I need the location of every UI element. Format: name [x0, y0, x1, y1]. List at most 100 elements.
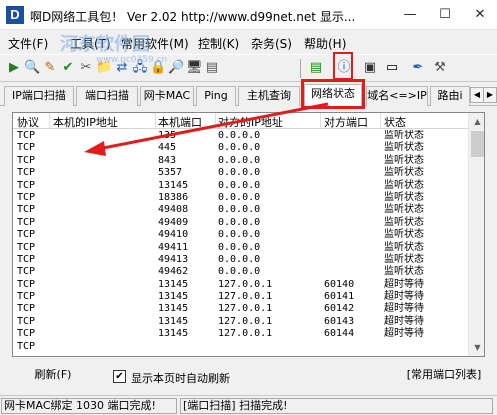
column-local-ip[interactable]: 本机的IP地址: [53, 114, 118, 130]
cell-local-port: 49462: [158, 266, 189, 278]
menu-common-software[interactable]: 常用软件(M): [121, 35, 189, 52]
network-icon[interactable]: 🖧: [132, 60, 148, 76]
start-icon[interactable]: ▶: [6, 60, 22, 76]
search-icon[interactable]: 🔍: [24, 60, 40, 76]
monitor-icon[interactable]: ▣: [362, 60, 378, 76]
cell-local-port: 13145: [158, 315, 189, 327]
column-local-port[interactable]: 本机端口: [158, 114, 202, 130]
scroll-thumb[interactable]: [471, 131, 484, 157]
cell-state: 监听状态: [384, 204, 424, 216]
cell-state: 监听状态: [384, 216, 424, 228]
table-row[interactable]: TCP: [13, 341, 468, 353]
check-icon[interactable]: ✔: [60, 60, 76, 76]
tab-route[interactable]: 路由i: [430, 86, 470, 106]
magnifier-icon[interactable]: 🔎: [168, 60, 184, 76]
cell-remote-ip: 0.0.0.0: [218, 130, 261, 141]
column-divider[interactable]: [380, 113, 381, 129]
wrench-icon[interactable]: ✂: [78, 60, 94, 76]
cell-state: 超时等待: [384, 315, 424, 327]
menu-control[interactable]: 控制(K): [198, 35, 239, 52]
share-icon[interactable]: ⇄: [114, 60, 130, 76]
cell-remote-ip: 0.0.0.0: [218, 142, 261, 154]
cell-remote-ip: 0.0.0.0: [218, 241, 261, 253]
pen-icon[interactable]: ✒: [410, 60, 426, 76]
column-remote-ip[interactable]: 对方的IP地址: [218, 114, 283, 130]
common-ports-button[interactable]: [常用端口列表]: [398, 366, 490, 386]
table-row[interactable]: TCP 49410 0.0.0.0 监听状态: [13, 229, 468, 241]
menu-file[interactable]: 文件(F): [8, 35, 48, 52]
table-row[interactable]: TCP 13145 127.0.0.1 60142 超时等待: [13, 303, 468, 315]
scroll-up-button[interactable]: ▲: [469, 113, 484, 130]
cell-protocol: TCP: [17, 315, 36, 327]
cell-local-port: 13145: [158, 303, 189, 315]
table-row[interactable]: TCP 49409 0.0.0.0 监听状态: [13, 217, 468, 229]
cell-remote-ip: 0.0.0.0: [218, 253, 261, 265]
cell-protocol: TCP: [17, 241, 36, 253]
list-rows: TCP 135 0.0.0.0 监听状态 TCP 445 0.0.0.0 监听状态 TCP 843…: [13, 130, 468, 356]
cell-protocol: TCP: [17, 191, 36, 203]
column-divider[interactable]: [155, 113, 156, 129]
tools-icon[interactable]: ⚒: [432, 60, 448, 76]
cell-protocol: TCP: [17, 167, 36, 179]
table-row[interactable]: TCP 13145 127.0.0.1 60140 超时等待: [13, 279, 468, 291]
tab-scroll-left-button[interactable]: ◀: [470, 87, 484, 103]
connection-list[interactable]: 协议 本机的IP地址 本机端口 对方的IP地址 对方端口 状态 TCP 135 0.…: [12, 112, 485, 357]
column-divider[interactable]: [215, 113, 216, 129]
table-row[interactable]: TCP 5357 0.0.0.0 监听状态: [13, 167, 468, 179]
table-row[interactable]: TCP 445 0.0.0.0 监听状态: [13, 142, 468, 154]
table-row[interactable]: TCP 13145 0.0.0.0 监听状态: [13, 180, 468, 192]
cell-protocol: TCP: [17, 154, 36, 166]
close-button[interactable]: ✕: [463, 0, 497, 30]
column-divider[interactable]: [320, 113, 321, 129]
tab-nic-mac[interactable]: 网卡MAC: [140, 86, 194, 106]
cell-remote-ip: 0.0.0.0: [218, 154, 261, 166]
column-divider[interactable]: [49, 113, 50, 129]
tab-port-scan[interactable]: 端口扫描: [76, 86, 138, 106]
column-remote-port[interactable]: 对方端口: [324, 114, 368, 130]
cell-state: 监听状态: [384, 154, 424, 166]
cell-local-port: 18386: [158, 191, 189, 203]
cell-local-port: 13145: [158, 328, 189, 340]
vertical-scrollbar[interactable]: ▲ ▼: [468, 113, 484, 356]
tab-ip-port-scan[interactable]: IP端口扫描: [4, 86, 74, 106]
table-row[interactable]: TCP 843 0.0.0.0 监听状态: [13, 155, 468, 167]
window-title: 啊D网络工具包！ Ver 2.02 http://www.d99net.net …: [30, 10, 356, 24]
tab-host-query[interactable]: 主机查询: [238, 86, 300, 106]
auto-refresh-label[interactable]: 显示本页时自动刷新: [131, 370, 230, 386]
pin-icon[interactable]: ✎: [42, 60, 58, 76]
lock-icon[interactable]: 🔒: [150, 60, 166, 76]
table-row[interactable]: TCP 18386 0.0.0.0 监听状态: [13, 192, 468, 204]
menu-help[interactable]: 帮助(H): [304, 35, 346, 52]
scroll-down-button[interactable]: ▼: [469, 339, 484, 356]
computer-icon[interactable]: 🖥: [186, 60, 203, 76]
folder-icon[interactable]: 📁: [96, 60, 112, 76]
column-state[interactable]: 状态: [384, 114, 406, 130]
card-icon[interactable]: ▤: [308, 60, 324, 76]
table-row[interactable]: TCP 13145 127.0.0.1 60144 超时等待: [13, 328, 468, 340]
menu-misc[interactable]: 杂务(S): [251, 35, 292, 52]
table-row[interactable]: TCP 49411 0.0.0.0 监听状态: [13, 242, 468, 254]
column-protocol[interactable]: 协议: [17, 114, 39, 130]
chip-icon[interactable]: ▤: [204, 60, 220, 76]
minimize-button[interactable]: —: [393, 0, 427, 30]
terminal-icon[interactable]: ▭: [384, 60, 400, 76]
table-row[interactable]: TCP 13145 127.0.0.1 60141 超时等待: [13, 291, 468, 303]
tab-scroll-right-button[interactable]: ▶: [483, 87, 497, 103]
cell-local-port: 49409: [158, 216, 189, 228]
table-row[interactable]: TCP 49413 0.0.0.0 监听状态: [13, 254, 468, 266]
tab-highlight-box: [301, 79, 365, 109]
refresh-button[interactable]: 刷新(F): [18, 366, 88, 386]
table-row[interactable]: TCP 49408 0.0.0.0 监听状态: [13, 204, 468, 216]
tab-ping[interactable]: Ping: [196, 86, 236, 106]
menu-tools[interactable]: 工具(T): [70, 35, 111, 52]
cell-state: 监听状态: [384, 167, 424, 179]
table-row[interactable]: TCP 13145 127.0.0.1 60143 超时等待: [13, 316, 468, 328]
tab-domain-ip[interactable]: 域名<=>IP: [366, 86, 428, 106]
table-row[interactable]: TCP 135 0.0.0.0 监听状态: [13, 130, 468, 142]
cell-protocol: TCP: [17, 130, 36, 141]
table-row[interactable]: TCP 49462 0.0.0.0 监听状态: [13, 266, 468, 278]
auto-refresh-checkbox[interactable]: ✔: [113, 370, 126, 383]
maximize-button[interactable]: ☐: [428, 0, 462, 30]
cell-remote-port: 60140: [324, 278, 355, 290]
cell-remote-ip: 127.0.0.1: [218, 278, 273, 290]
